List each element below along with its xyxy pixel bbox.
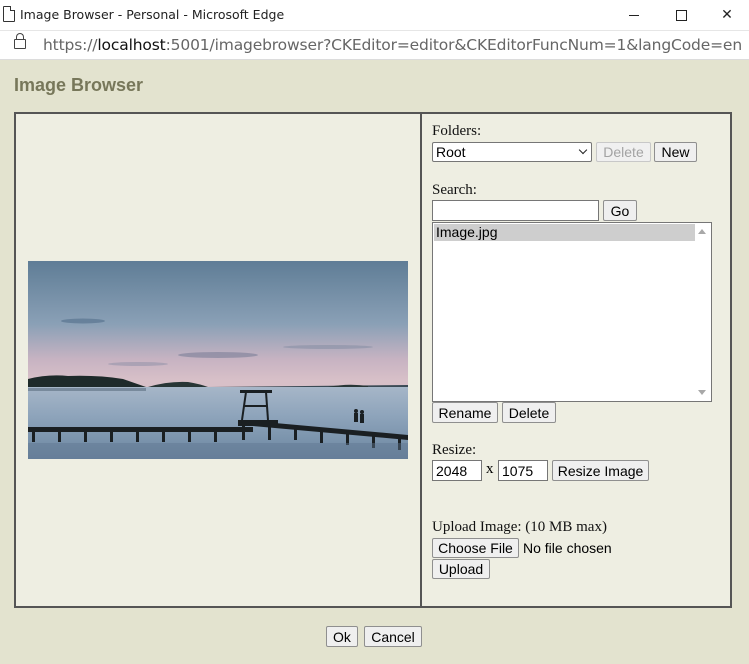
image-preview xyxy=(28,261,408,459)
maximize-button[interactable] xyxy=(658,0,704,30)
url-scheme: https:// xyxy=(43,36,98,54)
cancel-button[interactable]: Cancel xyxy=(364,626,422,647)
page-title: Image Browser xyxy=(14,75,144,95)
search-label: Search: xyxy=(432,182,477,198)
close-button[interactable]: ✕ xyxy=(704,0,749,30)
scroll-down-icon[interactable] xyxy=(698,390,706,395)
window-title: Image Browser - Personal - Microsoft Edg… xyxy=(20,7,285,22)
list-item[interactable]: Image.jpg xyxy=(434,224,695,241)
folder-select-value: Root xyxy=(436,144,466,160)
search-go-button[interactable]: Go xyxy=(603,200,637,221)
upload-label: Upload Image: (10 MB max) xyxy=(432,519,607,535)
url-text[interactable]: https://localhost:5001/imagebrowser?CKEd… xyxy=(43,36,742,54)
address-bar[interactable]: https://localhost:5001/imagebrowser?CKEd… xyxy=(0,31,749,60)
delete-file-button[interactable]: Delete xyxy=(502,402,556,423)
chevron-down-icon xyxy=(578,145,588,155)
lake-pier-photo xyxy=(28,261,408,459)
page-icon xyxy=(3,6,15,22)
minimize-icon xyxy=(629,14,639,16)
url-host: localhost xyxy=(97,36,166,54)
resize-label: Resize: xyxy=(432,442,477,458)
search-input[interactable] xyxy=(432,200,599,221)
no-file-text: No file chosen xyxy=(523,540,612,556)
choose-file-button[interactable]: Choose File xyxy=(432,538,519,558)
folder-select[interactable]: Root xyxy=(432,142,592,162)
maximize-icon xyxy=(675,9,687,21)
upload-button[interactable]: Upload xyxy=(432,559,490,579)
delete-folder-button[interactable]: Delete xyxy=(596,142,651,162)
resize-image-button[interactable]: Resize Image xyxy=(552,460,649,481)
resize-separator: x xyxy=(486,461,494,477)
close-icon: ✕ xyxy=(721,7,733,23)
title-bar: Image Browser - Personal - Microsoft Edg… xyxy=(0,0,749,31)
scroll-up-icon[interactable] xyxy=(698,229,706,234)
minimize-button[interactable] xyxy=(611,0,657,30)
panel-divider xyxy=(420,112,422,608)
rename-button[interactable]: Rename xyxy=(432,402,498,423)
resize-height-input[interactable] xyxy=(498,460,548,481)
url-path: :5001/imagebrowser?CKEditor=editor&CKEdi… xyxy=(165,36,743,54)
lock-icon xyxy=(14,33,26,49)
new-folder-button[interactable]: New xyxy=(654,142,697,162)
folders-label: Folders: xyxy=(432,123,482,139)
ok-button[interactable]: Ok xyxy=(326,626,358,647)
resize-width-input[interactable] xyxy=(432,460,482,481)
file-list[interactable]: Image.jpg xyxy=(432,222,712,402)
